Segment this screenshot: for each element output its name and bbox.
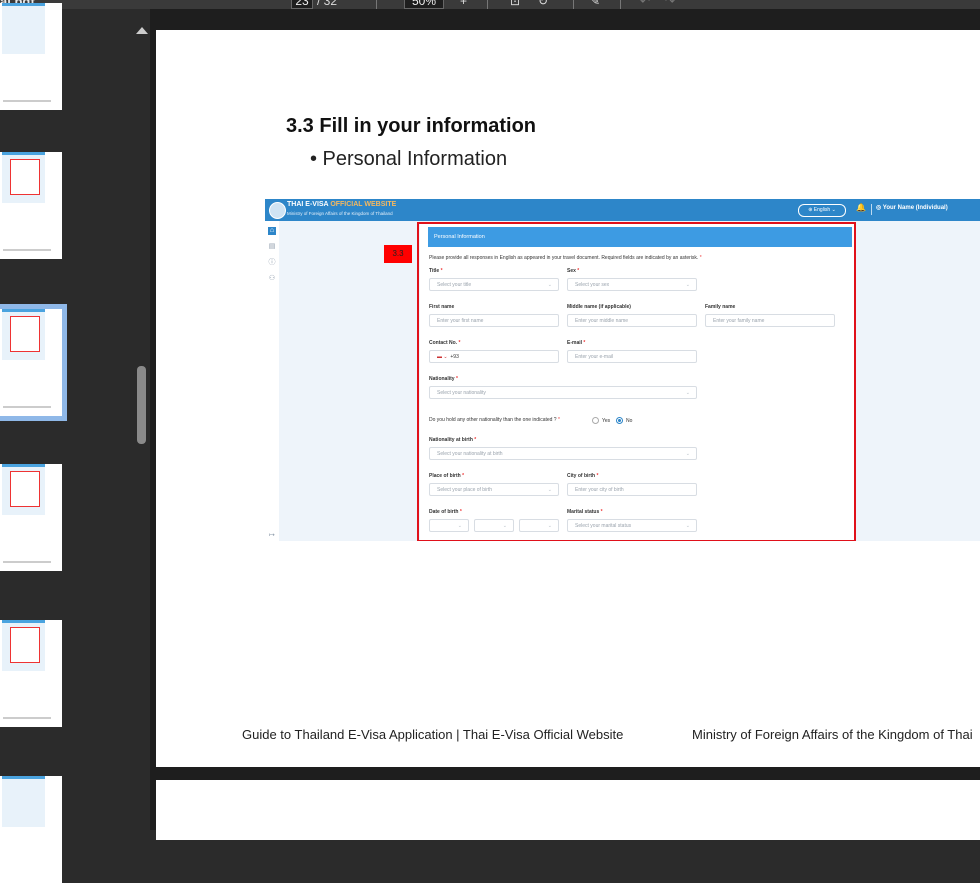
collapse-icon: ↦	[269, 532, 275, 539]
site-header: THAI E-VISA OFFICIAL WEBSITE Ministry of…	[265, 199, 980, 221]
site-subtitle: Ministry of Foreign Affairs of the Kingd…	[287, 211, 393, 216]
thumbnail-sidebar	[0, 3, 135, 883]
zoom-input[interactable]: 50%	[404, 0, 444, 9]
page-total: / 32	[317, 0, 338, 8]
emblem-logo	[269, 202, 286, 219]
page-thumbnail[interactable]	[0, 152, 62, 259]
scroll-up-arrow-icon[interactable]	[136, 27, 148, 34]
zoom-in-button[interactable]: +	[460, 0, 467, 8]
site-sidebar: ⌂ ▤ ⓘ ⚇ ↦	[265, 221, 279, 541]
draw-icon[interactable]: ✎	[590, 0, 600, 8]
home-icon: ⌂	[268, 227, 276, 235]
info-icon: ⓘ	[268, 259, 276, 266]
document-viewer[interactable]: 3.3 Fill in your information • Personal …	[150, 9, 980, 840]
document-icon: ▤	[268, 243, 276, 250]
page-thumbnail[interactable]	[0, 464, 62, 571]
embedded-website-screenshot: THAI E-VISA OFFICIAL WEBSITE Ministry of…	[265, 199, 980, 541]
footer-left: Guide to Thailand E-Visa Application | T…	[242, 727, 624, 742]
toolbar-divider	[487, 0, 488, 9]
user-name: ◎ Your Name (Individual)	[876, 205, 948, 211]
highlight-box	[417, 222, 856, 541]
pdf-toolbar: al.pdf 23 / 32 50% + ⊡ ↻ ✎ ↶ ↷	[0, 0, 980, 9]
toolbar-divider	[376, 0, 377, 9]
page-number-input[interactable]: 23	[291, 0, 313, 9]
pdf-next-page	[156, 780, 980, 840]
page-thumbnail-selected[interactable]	[0, 304, 67, 421]
bell-icon: 🔔	[856, 203, 866, 212]
toolbar-divider	[573, 0, 574, 9]
step-badge: 3.3	[384, 245, 412, 263]
toolbar-divider	[620, 0, 621, 9]
language-selector: ⊕ English ⌄	[798, 204, 846, 217]
footer-right: Ministry of Foreign Affairs of the Kingd…	[692, 727, 973, 742]
page-thumbnail[interactable]	[0, 3, 62, 110]
redo-icon[interactable]: ↷	[665, 0, 675, 8]
section-heading: 3.3 Fill in your information	[286, 115, 537, 137]
thumbnail-scrollbar[interactable]	[135, 9, 150, 830]
site-brand: THAI E-VISA OFFICIAL WEBSITE	[287, 201, 397, 208]
page-thumbnail[interactable]	[0, 620, 62, 727]
rotate-icon[interactable]: ↻	[538, 0, 548, 8]
header-divider	[871, 204, 872, 215]
fit-page-icon[interactable]: ⊡	[510, 0, 520, 8]
users-icon: ⚇	[268, 275, 276, 282]
pdf-page: 3.3 Fill in your information • Personal …	[156, 30, 980, 767]
undo-icon[interactable]: ↶	[640, 0, 650, 8]
scrollbar-thumb[interactable]	[137, 366, 146, 444]
bullet-item: • Personal Information	[310, 148, 508, 170]
